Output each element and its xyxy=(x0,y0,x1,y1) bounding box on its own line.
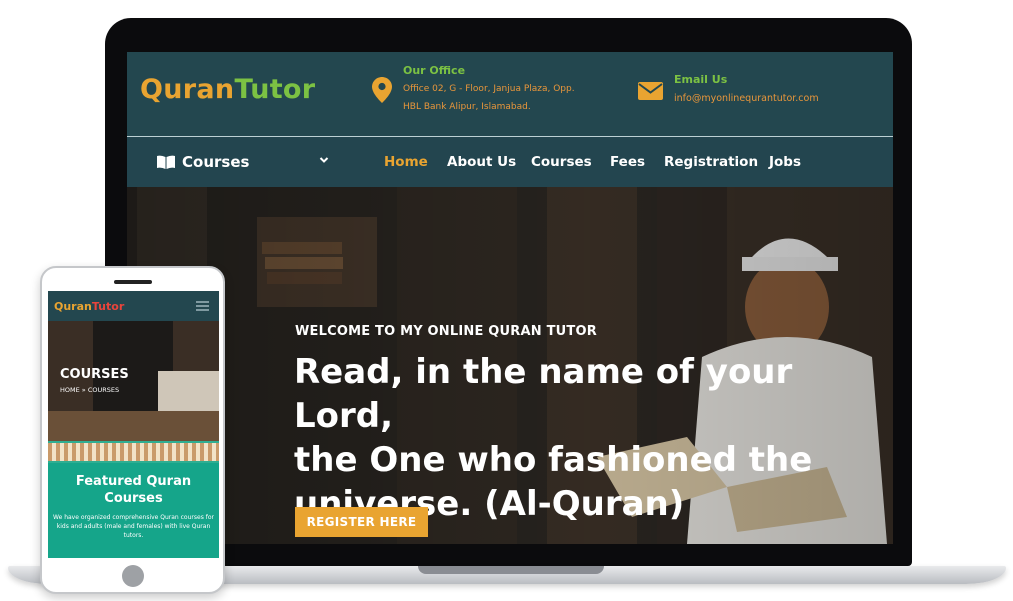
book-icon xyxy=(157,155,175,169)
mobile-page-banner: COURSES HOME » COURSES xyxy=(48,321,219,441)
laptop-notch xyxy=(418,566,604,574)
site-header: QuranTutor Our Office Office 02, G - Flo… xyxy=(127,52,893,137)
featured-courses-title: Featured Quran Courses xyxy=(48,473,219,507)
hero-title-line-1: Read, in the name of your Lord, xyxy=(294,352,793,436)
phone-speaker xyxy=(114,280,152,284)
logo-part-2: Tutor xyxy=(234,74,316,105)
phone-home-button xyxy=(122,565,144,587)
featured-title-line-1: Featured Quran xyxy=(75,474,192,489)
office-address-line-2: HBL Bank Alipur, Islamabad. xyxy=(403,102,531,112)
email-title: Email Us xyxy=(674,73,728,86)
featured-title-line-2: Courses xyxy=(104,491,163,506)
phone-frame: QuranTutor COURSES HOME » COURSES Featur… xyxy=(40,266,225,594)
chevron-down-icon[interactable] xyxy=(319,155,329,165)
desktop-website: QuranTutor Our Office Office 02, G - Flo… xyxy=(127,52,893,544)
nav-fees[interactable]: Fees xyxy=(610,154,645,170)
location-pin-icon xyxy=(372,77,392,103)
hero-title: Read, in the name of your Lord, the One … xyxy=(294,350,884,526)
office-address-line-1: Office 02, G - Floor, Janjua Plaza, Opp. xyxy=(403,84,575,94)
nav-home[interactable]: Home xyxy=(384,154,428,170)
office-title: Our Office xyxy=(403,64,466,77)
mobile-website: QuranTutor COURSES HOME » COURSES Featur… xyxy=(48,291,219,558)
mobile-logo[interactable]: QuranTutor xyxy=(54,300,124,313)
register-button[interactable]: REGISTER HERE xyxy=(295,507,428,537)
mobile-banner-title: COURSES xyxy=(60,367,129,382)
email-link[interactable]: info@myonlinequrantutor.com xyxy=(674,93,819,104)
courses-dropdown-label: Courses xyxy=(182,153,250,171)
nav-courses[interactable]: Courses xyxy=(531,154,592,170)
nav-about-us[interactable]: About Us xyxy=(447,154,516,170)
mobile-breadcrumb[interactable]: HOME » COURSES xyxy=(60,386,119,394)
envelope-icon xyxy=(638,82,663,100)
mobile-logo-part-2: Tutor xyxy=(91,300,125,313)
main-nav: Courses Home About Us Courses Fees Regis… xyxy=(127,137,893,187)
mobile-header: QuranTutor xyxy=(48,291,219,321)
courses-dropdown[interactable]: Courses xyxy=(157,153,249,171)
site-logo[interactable]: QuranTutor xyxy=(140,74,315,105)
hero-title-line-2: the One who fashioned the xyxy=(294,440,813,480)
hero-banner: WELCOME TO MY ONLINE QURAN TUTOR Read, i… xyxy=(127,187,893,544)
nav-jobs[interactable]: Jobs xyxy=(769,154,801,170)
hero-subtitle: WELCOME TO MY ONLINE QURAN TUTOR xyxy=(295,324,597,339)
mobile-logo-part-1: Quran xyxy=(54,300,92,313)
nav-registration[interactable]: Registration xyxy=(664,154,758,170)
featured-courses-section: Featured Quran Courses We have organized… xyxy=(48,463,219,558)
featured-courses-description: We have organized comprehensive Quran co… xyxy=(53,514,214,539)
logo-part-1: Quran xyxy=(140,74,235,105)
decorative-pattern-band xyxy=(48,441,219,463)
hamburger-menu-icon[interactable] xyxy=(196,301,209,311)
